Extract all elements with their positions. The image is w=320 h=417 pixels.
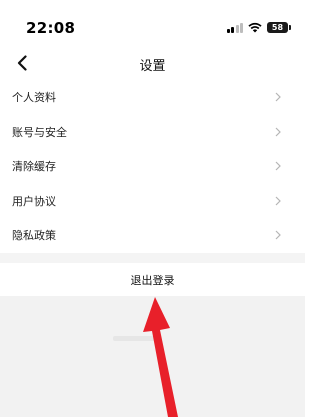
section-divider	[0, 253, 305, 263]
nav-bar: 设置	[0, 50, 305, 78]
status-icons: 58	[226, 22, 291, 33]
faint-mark	[113, 336, 155, 341]
chevron-right-icon	[275, 127, 281, 136]
bottom-empty-area	[0, 296, 305, 417]
chevron-right-icon	[275, 161, 281, 171]
chevron-right-icon	[275, 196, 281, 205]
wifi-icon	[248, 22, 262, 33]
settings-item-label: 账号与安全	[12, 125, 67, 139]
settings-item-label: 个人资料	[12, 91, 56, 105]
settings-item-label: 清除缓存	[12, 160, 56, 174]
settings-item-label: 用户协议	[12, 194, 56, 208]
status-time: 22:08	[26, 19, 76, 37]
settings-item-clear-cache[interactable]: 清除缓存	[0, 149, 305, 184]
settings-screen: 22:08 58 设置 个人资料 账号与安全 清除缓存 用户协议 隐私政策 退出…	[0, 0, 305, 417]
logout-label: 退出登录	[130, 273, 175, 287]
settings-item-label: 隐私政策	[12, 229, 56, 243]
settings-item-profile[interactable]: 个人资料	[0, 80, 305, 115]
settings-item-account-security[interactable]: 账号与安全	[0, 115, 305, 150]
settings-list: 个人资料 账号与安全 清除缓存 用户协议 隐私政策	[0, 80, 305, 253]
status-bar: 22:08 58	[0, 0, 305, 50]
chevron-right-icon	[275, 230, 281, 240]
settings-item-user-agreement[interactable]: 用户协议	[0, 184, 305, 219]
chevron-right-icon	[275, 92, 281, 102]
battery-icon: 58	[267, 22, 291, 33]
settings-item-privacy-policy[interactable]: 隐私政策	[0, 218, 305, 253]
signal-icon	[226, 22, 243, 33]
page-title: 设置	[139, 59, 166, 74]
logout-button[interactable]: 退出登录	[0, 263, 305, 296]
